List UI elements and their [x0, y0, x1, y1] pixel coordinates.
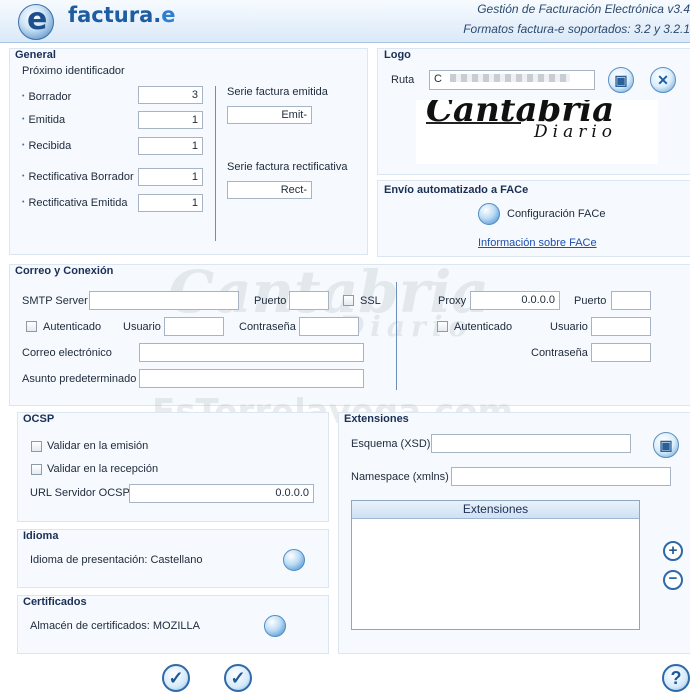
minus-icon: − [668, 570, 678, 587]
app-brand: factura.e [68, 3, 176, 27]
rect-emitida-label: Rectificativa Emitida [22, 197, 127, 209]
proxy-label: Proxy [438, 295, 467, 307]
add-extension-button[interactable]: + [663, 541, 683, 561]
plus-icon: + [668, 542, 678, 559]
extensiones-list[interactable]: Extensiones [351, 500, 640, 630]
rect-borrador-input[interactable]: 1 [138, 168, 203, 186]
borrador-label: Borrador [22, 91, 71, 103]
accept-button[interactable]: ✓ [162, 664, 190, 692]
ruta-label: Ruta [391, 74, 415, 86]
borrador-input[interactable]: 3 [138, 86, 203, 104]
folder-icon: ▣ [659, 436, 673, 453]
brand-prefix: factura. [68, 3, 162, 27]
emitida-label: Emitida [22, 114, 65, 126]
smtp-contrasena-label: Contraseña [239, 321, 296, 333]
rect-borrador-label: Rectificativa Borrador [22, 171, 133, 183]
correo-title: Correo y Conexión [15, 265, 114, 277]
proxy-contrasena-label: Contraseña [531, 347, 588, 359]
general-title: General [15, 49, 56, 61]
smtp-contrasena-input[interactable] [299, 317, 359, 336]
validar-recepcion-checkbox[interactable] [31, 464, 42, 475]
correo-divider [396, 282, 397, 390]
asunto-input[interactable] [139, 369, 364, 388]
smtp-label: SMTP Server [22, 295, 88, 307]
check-icon: ✓ [168, 667, 184, 688]
browse-logo-button[interactable]: ▣ [608, 67, 634, 93]
correo-label: Correo electrónico [22, 347, 112, 359]
brand-suffix: e [161, 3, 176, 27]
namespace-input[interactable] [451, 467, 671, 486]
proxy-puerto-label: Puerto [574, 295, 607, 307]
certificados-label: Almacén de certificados: MOZILLA [30, 620, 200, 632]
ssl-label: SSL [360, 295, 381, 307]
folder-icon: ▣ [614, 71, 628, 88]
general-divider [215, 86, 216, 241]
serie-rect-input[interactable]: Rect- [227, 181, 312, 199]
ssl-checkbox[interactable] [343, 295, 354, 306]
namespace-label: Namespace (xmlns) [351, 471, 449, 483]
ruta-input[interactable]: C [429, 70, 595, 90]
smtp-usuario-label: Usuario [123, 321, 161, 333]
logo-preview: Cantabria Diario [416, 100, 658, 164]
extensiones-title: Extensiones [344, 413, 409, 425]
idioma-label: Idioma de presentación: Castellano [30, 554, 203, 566]
validar-recepcion-label: Validar en la recepción [47, 463, 159, 475]
proxy-input[interactable]: 0.0.0.0 [470, 291, 560, 310]
recibida-input[interactable]: 1 [138, 137, 203, 155]
face-config-label[interactable]: Configuración FACe [507, 208, 605, 220]
proxy-puerto-input[interactable] [611, 291, 651, 310]
idioma-button[interactable] [283, 549, 305, 571]
extensiones-list-header: Extensiones [352, 501, 639, 519]
clear-logo-button[interactable]: ✕ [650, 67, 676, 93]
correo-input[interactable] [139, 343, 364, 362]
proxy-usuario-input[interactable] [591, 317, 651, 336]
certificados-button[interactable] [264, 615, 286, 637]
proxy-autenticado-label: Autenticado [454, 321, 513, 333]
ruta-redacted [449, 74, 570, 82]
face-config-button[interactable] [478, 203, 500, 225]
close-icon: ✕ [657, 71, 669, 88]
serie-rect-label: Serie factura rectificativa [227, 161, 348, 173]
proxy-usuario-label: Usuario [550, 321, 588, 333]
certificados-title: Certificados [23, 596, 87, 608]
help-icon: ? [670, 667, 682, 688]
next-id-label: Próximo identificador [22, 65, 125, 77]
esquema-label: Esquema (XSD) [351, 438, 431, 450]
smtp-puerto-input[interactable] [289, 291, 329, 310]
ocsp-url-input[interactable]: 0.0.0.0 [129, 484, 314, 503]
smtp-usuario-input[interactable] [164, 317, 224, 336]
serie-emitida-input[interactable]: Emit- [227, 106, 312, 124]
header-title: Gestión de Facturación Electrónica v3.4 [477, 2, 690, 16]
smtp-autenticado-label: Autenticado [43, 321, 102, 333]
ocsp-url-label: URL Servidor OCSP [30, 487, 130, 499]
validar-emision-checkbox[interactable] [31, 441, 42, 452]
apply-button[interactable]: ✓ [224, 664, 252, 692]
remove-extension-button[interactable]: − [663, 570, 683, 590]
face-title: Envío automatizado a FACe [384, 184, 529, 196]
header-formats: Formatos factura-e soportados: 3.2 y 3.2… [463, 22, 690, 36]
smtp-puerto-label: Puerto [254, 295, 287, 307]
smtp-input[interactable] [89, 291, 239, 310]
browse-schema-button[interactable]: ▣ [653, 432, 679, 458]
help-button[interactable]: ? [662, 664, 690, 692]
serie-emitida-label: Serie factura emitida [227, 86, 328, 98]
recibida-label: Recibida [22, 140, 71, 152]
smtp-autenticado-checkbox[interactable] [26, 321, 37, 332]
idioma-title: Idioma [23, 530, 59, 542]
logo-preview-subtext: Diario [534, 122, 618, 142]
asunto-label: Asunto predeterminado [22, 373, 137, 385]
ocsp-title: OCSP [23, 413, 55, 425]
app-logo-letter: e [27, 2, 48, 37]
logo-title: Logo [384, 49, 411, 61]
esquema-input[interactable] [431, 434, 631, 453]
proxy-autenticado-checkbox[interactable] [437, 321, 448, 332]
validar-emision-label: Validar en la emisión [47, 440, 149, 452]
rect-emitida-input[interactable]: 1 [138, 194, 203, 212]
ruta-value: C [434, 73, 442, 85]
logo-preview-rule [426, 122, 521, 124]
proxy-contrasena-input[interactable] [591, 343, 651, 362]
emitida-input[interactable]: 1 [138, 111, 203, 129]
check-icon: ✓ [230, 667, 246, 688]
face-info-link[interactable]: Información sobre FACe [478, 237, 597, 249]
